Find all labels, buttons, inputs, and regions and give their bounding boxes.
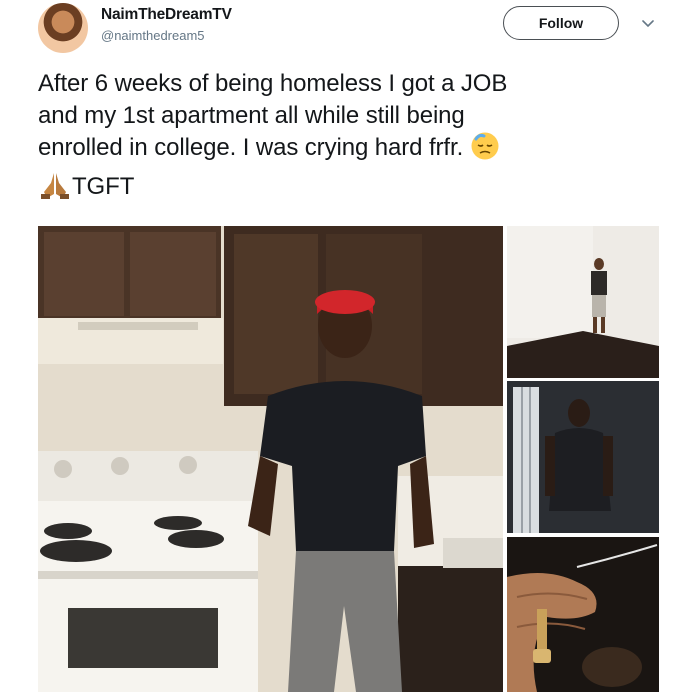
hand-holding-key-photo[interactable] <box>507 537 659 692</box>
folded-hands-emoji-icon <box>38 170 72 209</box>
tweet-text-line: enrolled in college. I was crying hard f… <box>38 131 678 170</box>
tweet-text-line: TGFT <box>38 170 678 209</box>
tweet-text: After 6 weeks of being homeless I got a … <box>38 68 678 208</box>
follow-button[interactable]: Follow <box>503 6 619 40</box>
author-display-name[interactable]: NaimTheDreamTV <box>101 6 232 24</box>
silhouette-by-window-photo[interactable] <box>507 381 659 533</box>
author-handle[interactable]: @naimthedream5 <box>101 28 205 43</box>
tweet-text-line-content: enrolled in college. I was crying hard f… <box>38 134 464 161</box>
avatar[interactable] <box>38 3 88 53</box>
tweet-text-line: After 6 weeks of being homeless I got a … <box>38 70 508 97</box>
sad-relieved-face-emoji-icon <box>470 131 500 170</box>
tweet-text-line-content: TGFT <box>72 172 135 200</box>
man-in-empty-room-photo[interactable] <box>507 226 659 378</box>
man-in-kitchen-photo[interactable] <box>38 226 503 692</box>
chevron-down-icon[interactable] <box>640 16 656 32</box>
tweet-text-line: and my 1st apartment all while still bei… <box>38 101 465 129</box>
